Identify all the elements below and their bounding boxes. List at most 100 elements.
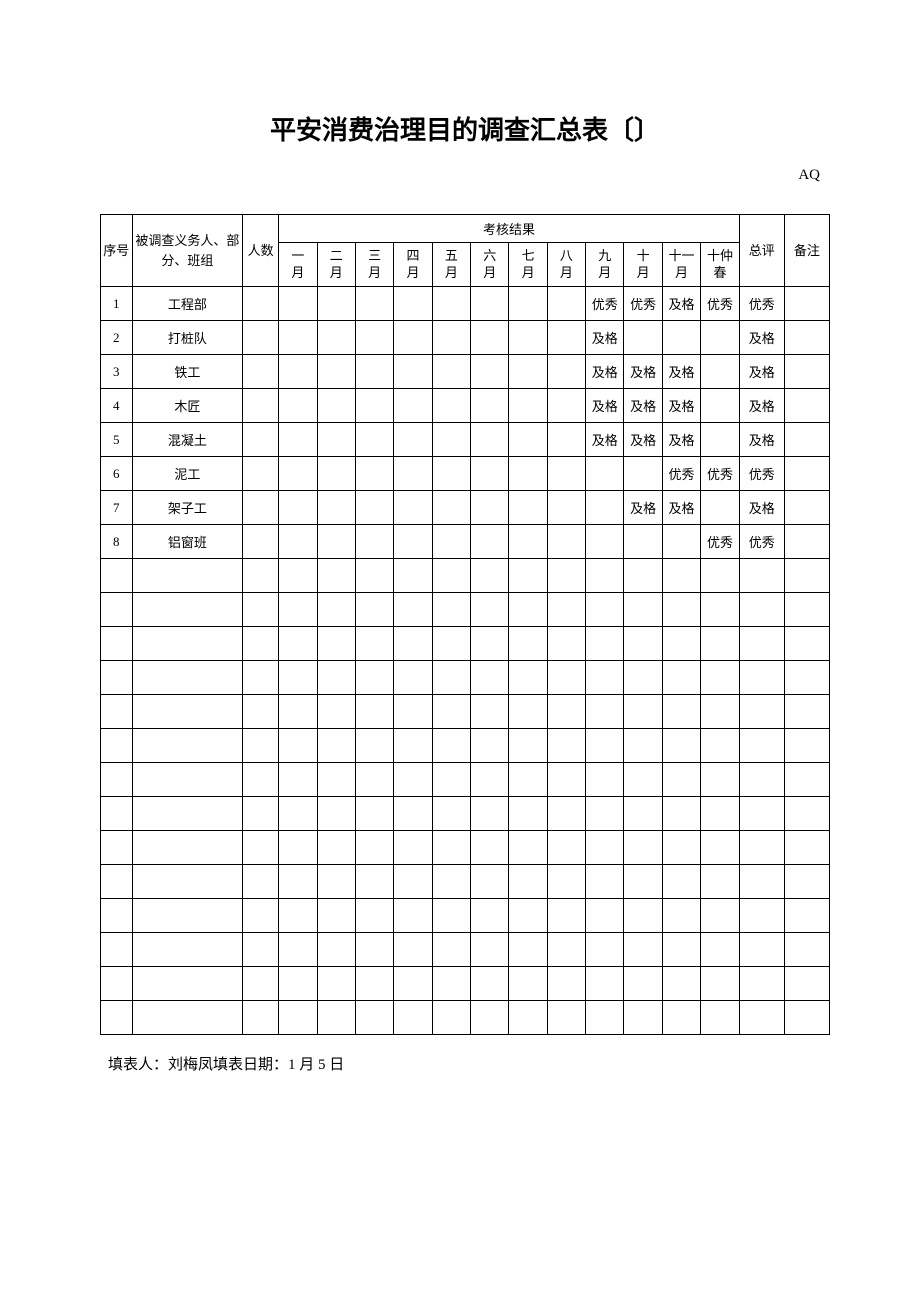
cell-month-9 bbox=[586, 763, 624, 797]
cell-month-2 bbox=[317, 933, 355, 967]
cell-month-3 bbox=[355, 457, 393, 491]
cell-month-1 bbox=[279, 389, 317, 423]
cell-month-6 bbox=[471, 593, 509, 627]
cell-month-4 bbox=[394, 967, 432, 1001]
cell-month-2 bbox=[317, 389, 355, 423]
cell-month-5 bbox=[432, 933, 470, 967]
table-row bbox=[101, 967, 830, 1001]
cell-month-8 bbox=[547, 389, 585, 423]
cell-count bbox=[243, 1001, 279, 1035]
cell-month-8 bbox=[547, 695, 585, 729]
cell-summary bbox=[739, 1001, 784, 1035]
cell-remark bbox=[784, 899, 829, 933]
cell-month-4 bbox=[394, 525, 432, 559]
cell-month-6 bbox=[471, 559, 509, 593]
cell-month-6 bbox=[471, 627, 509, 661]
cell-month-8 bbox=[547, 559, 585, 593]
cell-month-12 bbox=[701, 729, 740, 763]
cell-seq: 2 bbox=[101, 321, 133, 355]
cell-count bbox=[243, 491, 279, 525]
cell-seq bbox=[101, 865, 133, 899]
cell-month-11: 及格 bbox=[662, 491, 700, 525]
cell-month-8 bbox=[547, 457, 585, 491]
cell-remark bbox=[784, 831, 829, 865]
cell-month-3 bbox=[355, 865, 393, 899]
cell-month-8 bbox=[547, 525, 585, 559]
summary-table: 序号 被调查义务人、部分、班组 人数 考核结果 总评 备注 一月二月三月四月五月… bbox=[100, 214, 830, 1035]
cell-name: 打桩队 bbox=[132, 321, 243, 355]
cell-name bbox=[132, 729, 243, 763]
cell-month-6 bbox=[471, 1001, 509, 1035]
cell-month-4 bbox=[394, 729, 432, 763]
cell-month-8 bbox=[547, 627, 585, 661]
cell-month-10 bbox=[624, 831, 662, 865]
cell-month-11 bbox=[662, 1001, 700, 1035]
document-title: 平安消费治理目的调查汇总表〔〕 bbox=[100, 110, 830, 147]
cell-month-10 bbox=[624, 729, 662, 763]
cell-month-1 bbox=[279, 865, 317, 899]
cell-name bbox=[132, 933, 243, 967]
cell-count bbox=[243, 355, 279, 389]
table-row bbox=[101, 763, 830, 797]
cell-month-11: 及格 bbox=[662, 287, 700, 321]
cell-month-11 bbox=[662, 321, 700, 355]
cell-month-7 bbox=[509, 491, 547, 525]
cell-summary: 优秀 bbox=[739, 525, 784, 559]
cell-month-3 bbox=[355, 729, 393, 763]
cell-count bbox=[243, 661, 279, 695]
cell-month-4 bbox=[394, 389, 432, 423]
cell-month-3 bbox=[355, 491, 393, 525]
cell-name bbox=[132, 797, 243, 831]
cell-month-8 bbox=[547, 967, 585, 1001]
cell-month-10: 及格 bbox=[624, 389, 662, 423]
cell-month-5 bbox=[432, 593, 470, 627]
cell-month-7 bbox=[509, 627, 547, 661]
cell-month-9: 及格 bbox=[586, 423, 624, 457]
cell-month-7 bbox=[509, 899, 547, 933]
cell-month-8 bbox=[547, 287, 585, 321]
cell-month-10 bbox=[624, 695, 662, 729]
cell-summary bbox=[739, 933, 784, 967]
cell-remark bbox=[784, 865, 829, 899]
cell-month-1 bbox=[279, 423, 317, 457]
cell-month-12 bbox=[701, 695, 740, 729]
cell-seq: 7 bbox=[101, 491, 133, 525]
cell-count bbox=[243, 457, 279, 491]
cell-seq bbox=[101, 695, 133, 729]
cell-month-5 bbox=[432, 729, 470, 763]
cell-name bbox=[132, 967, 243, 1001]
footer-text: 填表人：刘梅凤填表日期：1 月 5 日 bbox=[100, 1053, 830, 1074]
cell-month-7 bbox=[509, 695, 547, 729]
cell-month-7 bbox=[509, 729, 547, 763]
cell-month-7 bbox=[509, 1001, 547, 1035]
cell-month-11 bbox=[662, 797, 700, 831]
cell-remark bbox=[784, 661, 829, 695]
cell-month-3 bbox=[355, 899, 393, 933]
cell-seq: 3 bbox=[101, 355, 133, 389]
table-row: 6泥工优秀优秀优秀 bbox=[101, 457, 830, 491]
cell-seq bbox=[101, 1001, 133, 1035]
cell-month-11: 优秀 bbox=[662, 457, 700, 491]
header-month-12: 十仲春 bbox=[701, 243, 740, 287]
cell-month-2 bbox=[317, 899, 355, 933]
cell-month-11: 及格 bbox=[662, 355, 700, 389]
cell-month-5 bbox=[432, 763, 470, 797]
cell-month-4 bbox=[394, 457, 432, 491]
cell-month-5 bbox=[432, 389, 470, 423]
cell-month-4 bbox=[394, 899, 432, 933]
cell-count bbox=[243, 831, 279, 865]
cell-count bbox=[243, 729, 279, 763]
cell-month-12 bbox=[701, 933, 740, 967]
cell-remark bbox=[784, 423, 829, 457]
cell-count bbox=[243, 865, 279, 899]
cell-month-2 bbox=[317, 729, 355, 763]
cell-count bbox=[243, 899, 279, 933]
cell-month-1 bbox=[279, 797, 317, 831]
cell-summary bbox=[739, 899, 784, 933]
table-row: 8铝窗班优秀优秀 bbox=[101, 525, 830, 559]
cell-month-7 bbox=[509, 831, 547, 865]
cell-month-3 bbox=[355, 423, 393, 457]
cell-summary: 及格 bbox=[739, 389, 784, 423]
cell-month-10 bbox=[624, 321, 662, 355]
cell-name: 泥工 bbox=[132, 457, 243, 491]
